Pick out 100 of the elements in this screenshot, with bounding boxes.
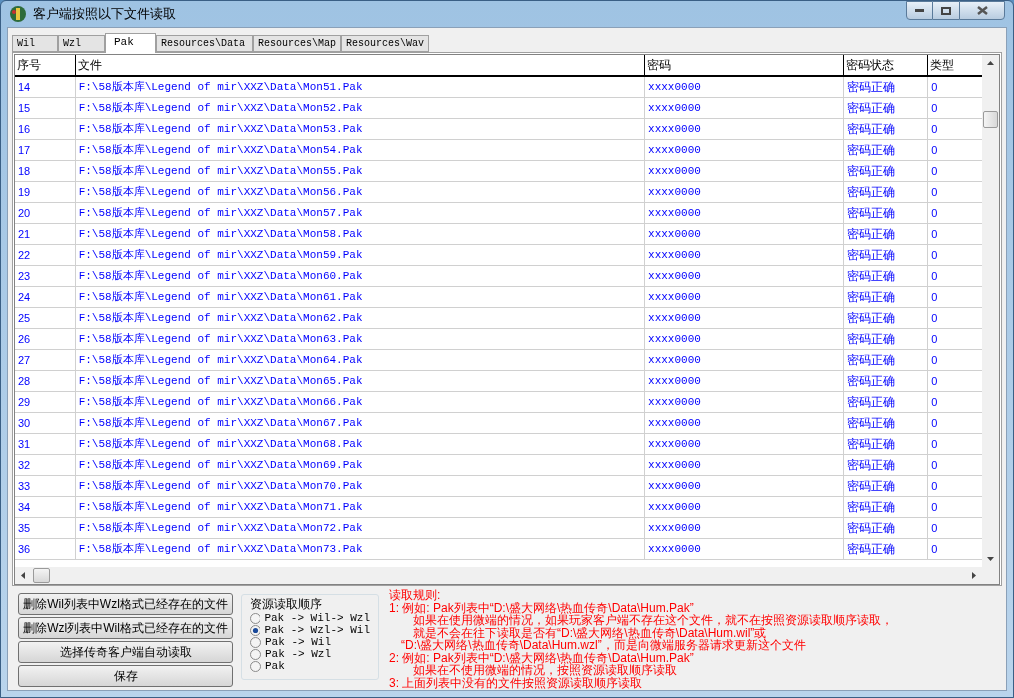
tab[interactable]: Wil — [12, 35, 58, 52]
table-cell: xxxx0000 — [644, 98, 843, 118]
column-header[interactable]: 密码状态 — [842, 55, 928, 75]
table-cell: xxxx0000 — [644, 266, 843, 286]
table-cell: 0 — [927, 98, 982, 118]
table-cell: 密码正确 — [842, 476, 928, 496]
window-title: 客户端按照以下文件读取 — [33, 5, 176, 24]
table-cell-text: 20 — [17, 206, 32, 221]
scroll-left-icon — [21, 572, 25, 579]
table-cell: xxxx0000 — [644, 245, 843, 265]
scroll-thumb[interactable] — [33, 568, 50, 583]
table-cell: 0 — [927, 287, 982, 307]
horizontal-scrollbar[interactable] — [15, 567, 999, 584]
table-cell: F:\58版本库\Legend of mir\XXZ\Data\Mon67.Pak — [74, 413, 645, 433]
table-cell: xxxx0000 — [644, 287, 843, 307]
table-cell: 0 — [927, 119, 982, 139]
scroll-thumb[interactable] — [983, 111, 998, 128]
table-cell: F:\58版本库\Legend of mir\XXZ\Data\Mon72.Pak — [74, 518, 645, 538]
table-cell-text: 23 — [17, 269, 32, 284]
table-cell: F:\58版本库\Legend of mir\XXZ\Data\Mon69.Pak — [74, 455, 645, 475]
table-cell: 密码正确 — [842, 161, 928, 181]
table-cell-text: 24 — [17, 290, 32, 305]
table-cell: 0 — [927, 77, 982, 97]
table-cell-text: 27 — [17, 353, 32, 368]
table-cell-text: 35 — [17, 521, 32, 536]
table-cell: xxxx0000 — [644, 350, 843, 370]
table-cell: xxxx0000 — [644, 371, 843, 391]
radio-label[interactable]: Pak — [265, 660, 285, 672]
table-cell: xxxx0000 — [644, 161, 843, 181]
radio-label[interactable]: Pak -> Wil-> Wzl — [264, 612, 370, 624]
table-cell: 0 — [927, 329, 982, 349]
table-cell: 密码正确 — [842, 266, 928, 286]
table-cell: 密码正确 — [842, 98, 928, 118]
radio-button[interactable] — [250, 648, 261, 660]
tab[interactable]: Pak — [105, 33, 156, 53]
radio-button[interactable] — [250, 624, 261, 636]
table-cell: 密码正确 — [842, 182, 928, 202]
table-cell: 0 — [927, 539, 982, 559]
table-cell: 0 — [927, 224, 982, 244]
table-cell: xxxx0000 — [644, 119, 843, 139]
table-cell-text: 33 — [17, 479, 32, 494]
close-button[interactable] — [959, 1, 1005, 20]
action-button[interactable]: 删除Wil列表中Wzl格式已经存在的文件 — [18, 593, 233, 615]
table-cell: 密码正确 — [842, 140, 928, 160]
rule-text: 读取规则: — [389, 589, 442, 602]
table-cell: F:\58版本库\Legend of mir\XXZ\Data\Mon53.Pak — [74, 119, 645, 139]
table-cell-text: 26 — [17, 332, 32, 347]
table-cell: F:\58版本库\Legend of mir\XXZ\Data\Mon68.Pak — [74, 434, 645, 454]
table-cell-text: 16 — [17, 122, 32, 137]
tab[interactable]: Wzl — [58, 35, 105, 52]
minimize-button[interactable] — [906, 1, 933, 20]
table-cell: 0 — [927, 518, 982, 538]
radio-label[interactable]: Pak -> Wzl — [265, 648, 331, 660]
column-header[interactable]: 序号 — [15, 55, 75, 75]
minimize-icon — [915, 9, 924, 12]
radio-button[interactable] — [250, 612, 261, 624]
table-cell-text: 25 — [17, 311, 32, 326]
table-cell: 密码正确 — [842, 287, 928, 307]
table-cell: xxxx0000 — [644, 224, 843, 244]
table-cell: F:\58版本库\Legend of mir\XXZ\Data\Mon52.Pak — [74, 98, 645, 118]
rule-text: 就是不会在往下读取是否有“D:\盛大网络\热血传奇\Data\Hum.wil”或 — [412, 626, 767, 639]
table-cell: F:\58版本库\Legend of mir\XXZ\Data\Mon57.Pak — [74, 203, 645, 223]
table-cell-text: 15 — [17, 101, 32, 116]
table-cell: 密码正确 — [842, 350, 928, 370]
table-cell: F:\58版本库\Legend of mir\XXZ\Data\Mon66.Pak — [74, 392, 645, 412]
table-cell: xxxx0000 — [644, 182, 843, 202]
radio-label[interactable]: Pak -> Wzl-> Wil — [264, 624, 370, 636]
table-cell: 密码正确 — [842, 413, 928, 433]
radio-label[interactable]: Pak -> Wil — [265, 636, 331, 648]
table-cell: xxxx0000 — [644, 140, 843, 160]
table-cell: F:\58版本库\Legend of mir\XXZ\Data\Mon56.Pak — [74, 182, 645, 202]
table-cell: 0 — [927, 203, 982, 223]
column-header[interactable]: 密码 — [644, 55, 843, 75]
tab[interactable]: Resources\Data — [156, 35, 253, 52]
vertical-scrollbar[interactable] — [982, 55, 999, 567]
table-cell: xxxx0000 — [644, 476, 843, 496]
column-header[interactable]: 文件 — [74, 55, 645, 75]
tab[interactable]: Resources\Wav — [341, 35, 429, 52]
rule-text: 如果在不使用微端的情况，按照资源读取顺序读取 — [412, 664, 678, 677]
action-button[interactable]: 选择传奇客户端自动读取 — [18, 641, 233, 663]
table-cell: 0 — [927, 476, 982, 496]
table-cell: xxxx0000 — [644, 308, 843, 328]
maximize-button[interactable] — [933, 1, 959, 20]
group-title: 资源读取顺序 — [250, 597, 323, 611]
table-cell: 密码正确 — [842, 434, 928, 454]
table-cell: 0 — [927, 350, 982, 370]
table-cell: 0 — [927, 497, 982, 517]
table-cell: 0 — [927, 140, 982, 160]
radio-button[interactable] — [250, 660, 261, 672]
radio-button[interactable] — [250, 636, 261, 648]
table-cell: F:\58版本库\Legend of mir\XXZ\Data\Mon51.Pak — [74, 77, 645, 97]
action-button[interactable]: 保存 — [18, 665, 233, 687]
table-cell-text: 31 — [17, 437, 32, 452]
table-cell: 密码正确 — [842, 518, 928, 538]
action-button[interactable]: 删除Wzl列表中Wil格式已经存在的文件 — [18, 617, 233, 639]
table-cell: xxxx0000 — [644, 203, 843, 223]
table-cell: 密码正确 — [842, 119, 928, 139]
tab[interactable]: Resources\Map — [253, 35, 341, 52]
table-cell-text: 32 — [17, 458, 32, 473]
scroll-up-icon — [987, 61, 994, 65]
